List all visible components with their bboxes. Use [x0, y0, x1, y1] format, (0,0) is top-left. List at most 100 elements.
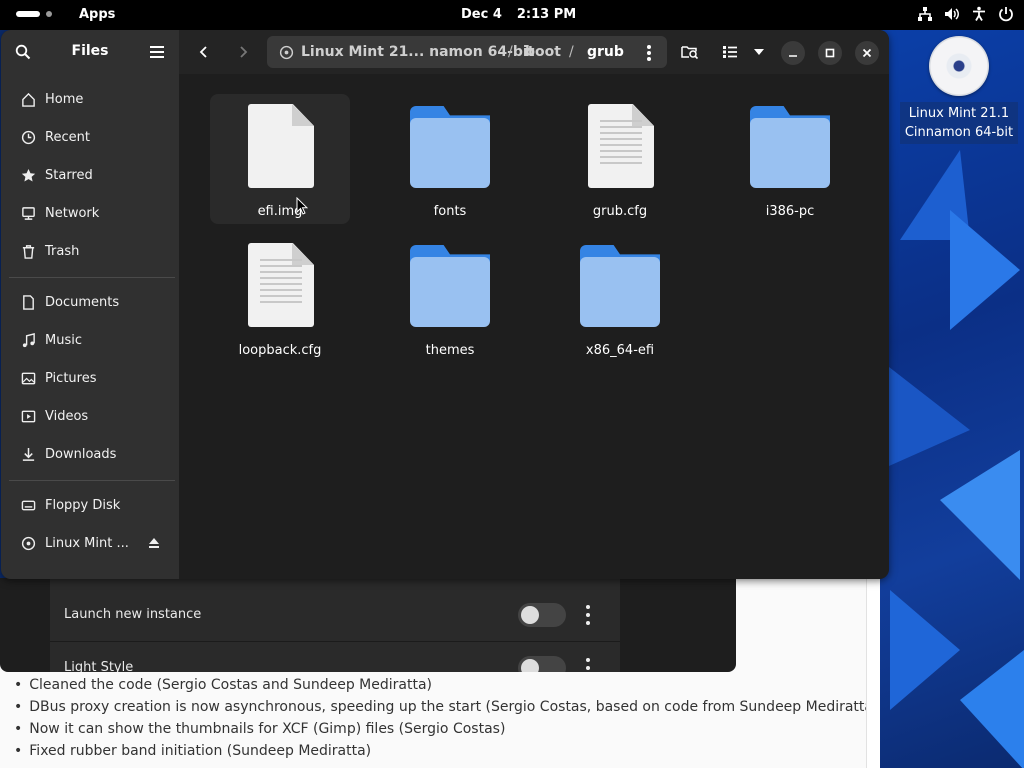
toggle-knob [521, 659, 539, 672]
minimize-button[interactable] [781, 41, 805, 65]
file-name: grub.cfg [592, 204, 648, 219]
folder-item-fonts[interactable]: fonts [380, 94, 520, 224]
light-style-toggle[interactable] [518, 656, 566, 672]
sidebar-divider [9, 277, 175, 278]
sidebar-item-label: Documents [45, 294, 120, 310]
sidebar-item-label: Floppy Disk [45, 497, 121, 513]
launch-new-instance-toggle[interactable] [518, 603, 566, 627]
folder-search-icon [681, 46, 699, 60]
clock[interactable]: Dec 4 2:13 PM [461, 7, 576, 22]
sidebar-item-videos[interactable]: Videos [9, 398, 171, 434]
sidebar-item-label: Home [45, 91, 84, 107]
sidebar-item-documents[interactable]: Documents [9, 284, 171, 320]
path-segment-boot[interactable]: boot [525, 44, 561, 60]
folder-item-x86-64-efi[interactable]: x86_64-efi [550, 233, 690, 363]
mouse-cursor-icon [296, 197, 308, 215]
file-name: i386-pc [765, 204, 815, 219]
chevron-down-icon [754, 49, 764, 55]
sidebar-item-pictures[interactable]: Pictures [9, 360, 171, 396]
file-name: efi.img [257, 204, 303, 219]
eject-icon[interactable] [147, 536, 161, 554]
kebab-menu-icon[interactable] [586, 658, 590, 672]
sidebar-item-trash[interactable]: Trash [9, 233, 171, 269]
activities-indicator[interactable] [16, 11, 52, 17]
path-bar[interactable]: Linux Mint 21... namon 64-bit / boot / g… [267, 36, 667, 68]
back-button[interactable] [192, 41, 216, 63]
file-icon [240, 104, 320, 190]
list-item: Cleaned the code (Sergio Costas and Sund… [14, 675, 878, 697]
folder-icon [410, 243, 490, 329]
network-icon [19, 204, 37, 222]
folder-icon [580, 243, 660, 329]
forward-button[interactable] [231, 41, 255, 63]
path-segment-current[interactable]: grub [587, 44, 624, 60]
folder-item-themes[interactable]: themes [380, 233, 520, 363]
file-item-grub-cfg[interactable]: grub.cfg [550, 94, 690, 224]
list-item: DBus proxy creation is now asynchronous,… [14, 697, 878, 719]
sidebar-item-music[interactable]: Music [9, 322, 171, 358]
clock-time: 2:13 PM [516, 7, 577, 22]
power-icon[interactable] [998, 6, 1014, 22]
main-menu-button[interactable] [146, 41, 168, 63]
path-menu-button[interactable] [647, 45, 651, 65]
sidebar-item-linux-mint-disc[interactable]: Linux Mint ... [9, 525, 171, 561]
view-mode-button[interactable] [718, 41, 742, 63]
list-view-icon [723, 46, 737, 58]
sidebar-header: Files [1, 30, 179, 74]
disc-icon [19, 534, 37, 552]
sidebar-item-label: Music [45, 332, 82, 348]
music-icon [19, 331, 37, 349]
maximize-button[interactable] [818, 41, 842, 65]
system-tray[interactable] [917, 6, 1014, 22]
sidebar-divider [9, 480, 175, 481]
close-icon [862, 48, 872, 58]
accessibility-icon[interactable] [971, 6, 987, 22]
sidebar: Files Home Recent Starred Network Trash [1, 30, 179, 579]
picture-icon [19, 369, 37, 387]
volume-icon[interactable] [944, 6, 960, 22]
pref-row-light-style[interactable]: Light Style [50, 642, 620, 672]
maximize-icon [825, 48, 835, 58]
kebab-menu-icon[interactable] [586, 605, 590, 625]
sidebar-item-label: Trash [45, 243, 80, 259]
workspace-indicator [46, 11, 52, 17]
sidebar-item-label: Starred [45, 167, 93, 183]
search-in-folder-button[interactable] [678, 41, 702, 63]
preferences-window: Launch new instance Light Style [0, 578, 736, 672]
list-item: Now it can show the thumbnails for XCF (… [14, 719, 878, 741]
sidebar-item-label: Recent [45, 129, 90, 145]
scrollbar-track[interactable] [866, 578, 880, 768]
sidebar-item-label: Linux Mint ... [45, 535, 129, 551]
workspace-active-indicator [16, 11, 40, 17]
header-bar: Linux Mint 21... namon 64-bit / boot / g… [179, 30, 889, 74]
sidebar-item-recent[interactable]: Recent [9, 119, 171, 155]
file-item-loopback-cfg[interactable]: loopback.cfg [210, 233, 350, 363]
folder-icon [750, 104, 830, 190]
hamburger-icon [150, 46, 164, 58]
path-separator: / [508, 44, 513, 60]
toggle-knob [521, 606, 539, 624]
path-segment-root[interactable]: Linux Mint 21... namon 64-bit [301, 44, 534, 60]
preferences-list: Launch new instance Light Style [50, 578, 620, 672]
view-options-button[interactable] [747, 41, 771, 63]
apps-menu-button[interactable]: Apps [79, 7, 115, 22]
file-item-efi-img[interactable]: efi.img [210, 94, 350, 224]
pref-row-launch-new-instance[interactable]: Launch new instance [50, 589, 620, 641]
sidebar-item-starred[interactable]: Starred [9, 157, 171, 193]
close-button[interactable] [855, 41, 879, 65]
network-icon[interactable] [917, 6, 933, 22]
sidebar-item-floppy-disk[interactable]: Floppy Disk [9, 487, 171, 523]
sidebar-item-downloads[interactable]: Downloads [9, 436, 171, 472]
pref-label: Light Style [64, 660, 134, 672]
sidebar-item-home[interactable]: Home [9, 81, 171, 117]
folder-item-i386-pc[interactable]: i386-pc [720, 94, 860, 224]
text-file-icon [240, 243, 320, 329]
text-file-icon [580, 104, 660, 190]
sidebar-item-network[interactable]: Network [9, 195, 171, 231]
minimize-icon [789, 55, 797, 57]
pref-label: Launch new instance [64, 607, 202, 622]
folder-icon [410, 104, 490, 190]
download-icon [19, 445, 37, 463]
desktop-icon-linux-mint-disc[interactable]: Linux Mint 21.1 Cinnamon 64-bit [900, 36, 1018, 144]
home-icon [19, 90, 37, 108]
